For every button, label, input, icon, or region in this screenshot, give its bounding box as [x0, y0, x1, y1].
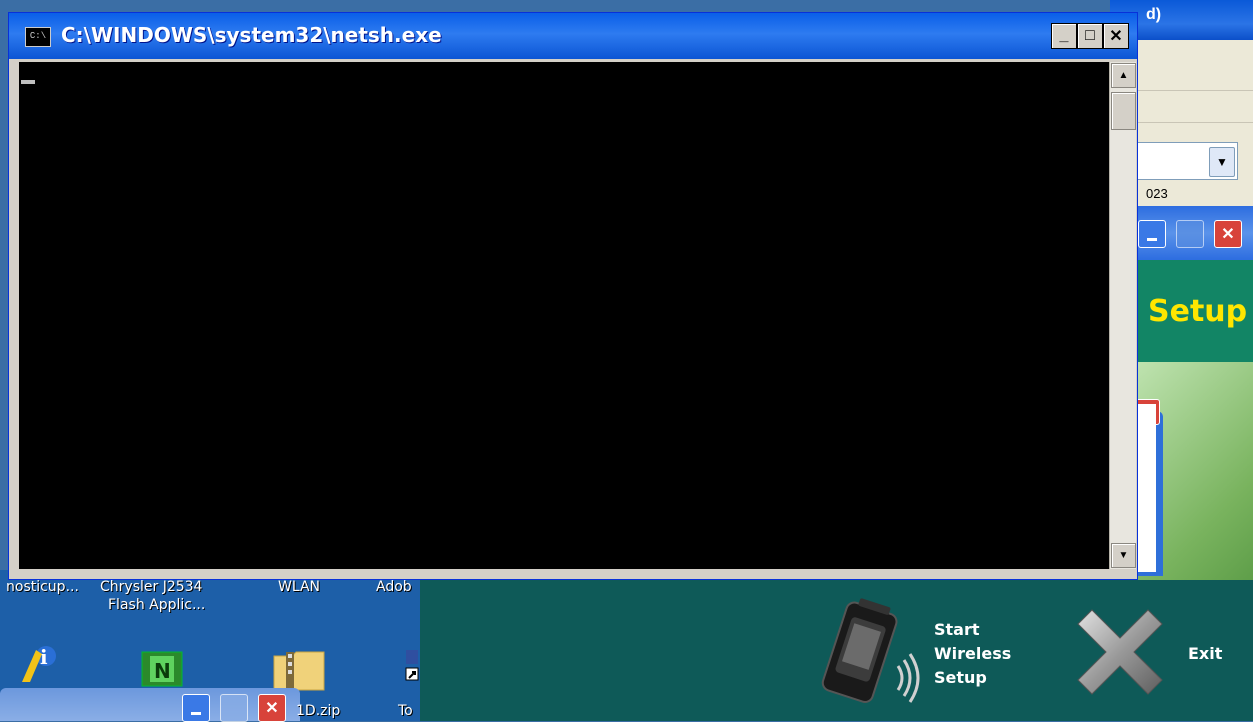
desktop-icon-sublabel-chrysler: Flash Applic...	[108, 597, 206, 613]
minimize-button[interactable]	[182, 694, 210, 722]
exit-button[interactable]: Exit	[1188, 642, 1222, 666]
chevron-down-icon[interactable]: ▼	[1209, 147, 1235, 177]
setup-app-window: ✕ Setup work PC	[1128, 206, 1253, 637]
scrollbar-thumb[interactable]	[1111, 92, 1136, 130]
desktop-icon-label-to[interactable]: To	[398, 702, 413, 720]
wireless-setup-panel: Start Wireless Setup Exit	[420, 580, 1253, 721]
svg-text:i: i	[40, 645, 48, 669]
maximize-button[interactable]	[220, 694, 248, 722]
wireless-device-icon[interactable]	[814, 596, 924, 706]
setup-header: Setup	[1136, 260, 1253, 362]
info-icon[interactable]: i	[20, 642, 60, 684]
background-window-title: d)	[1146, 6, 1162, 23]
zip-folder-icon[interactable]	[272, 648, 326, 692]
close-button[interactable]: ✕	[1214, 220, 1242, 248]
start-label-line2: Wireless	[934, 644, 1012, 663]
background-dropdown[interactable]: ▼	[1130, 142, 1238, 180]
minimize-button[interactable]	[1138, 220, 1166, 248]
maximize-button[interactable]	[1176, 220, 1204, 248]
shortcut-icon[interactable]	[404, 648, 420, 690]
console-window[interactable]: C:\ C:\WINDOWS\system32\netsh.exe _ □ ✕ …	[8, 12, 1138, 580]
console-output[interactable]	[19, 62, 1109, 569]
console-window-title: C:\WINDOWS\system32\netsh.exe	[61, 23, 442, 47]
text-cursor	[21, 80, 35, 84]
desktop-icon-label-diagnostic[interactable]: nosticup...	[6, 578, 79, 596]
svg-text:N: N	[154, 659, 171, 683]
scroll-down-arrow-icon[interactable]: ▼	[1111, 543, 1136, 568]
desktop-icon-label-wlan[interactable]: WLAN	[278, 578, 320, 596]
start-label-line3: Setup	[934, 668, 987, 687]
vertical-scrollbar[interactable]: ▲ ▼	[1109, 62, 1136, 569]
console-app-icon[interactable]: C:\	[25, 27, 51, 47]
close-button[interactable]: ✕	[258, 694, 286, 722]
desktop-icon-label-zip[interactable]: 1D.zip	[296, 702, 340, 720]
setup-title: Setup	[1148, 294, 1248, 329]
desktop-icon-label-adobe[interactable]: Adob	[376, 578, 412, 596]
scroll-up-arrow-icon[interactable]: ▲	[1111, 63, 1136, 88]
maximize-button[interactable]: □	[1077, 23, 1103, 49]
start-label-line1: Start	[934, 620, 980, 639]
minimize-button[interactable]: _	[1051, 23, 1077, 49]
console-titlebar[interactable]: C:\ C:\WINDOWS\system32\netsh.exe _ □ ✕	[9, 13, 1137, 59]
setup-app-titlebar: ✕	[1128, 206, 1253, 260]
desktop-icon-label-chrysler[interactable]: Chrysler J2534	[100, 578, 202, 596]
exit-x-icon[interactable]	[1064, 596, 1176, 708]
background-window-number: 023	[1146, 186, 1168, 201]
minimized-window-titlebar: ✕	[0, 688, 300, 722]
desktop-labels-bottom: 1D.zip To	[290, 700, 425, 721]
close-button[interactable]: ✕	[1103, 23, 1129, 49]
app-n-icon[interactable]: N	[140, 648, 184, 688]
start-wireless-setup-button[interactable]: Start Wireless Setup	[934, 618, 1011, 690]
